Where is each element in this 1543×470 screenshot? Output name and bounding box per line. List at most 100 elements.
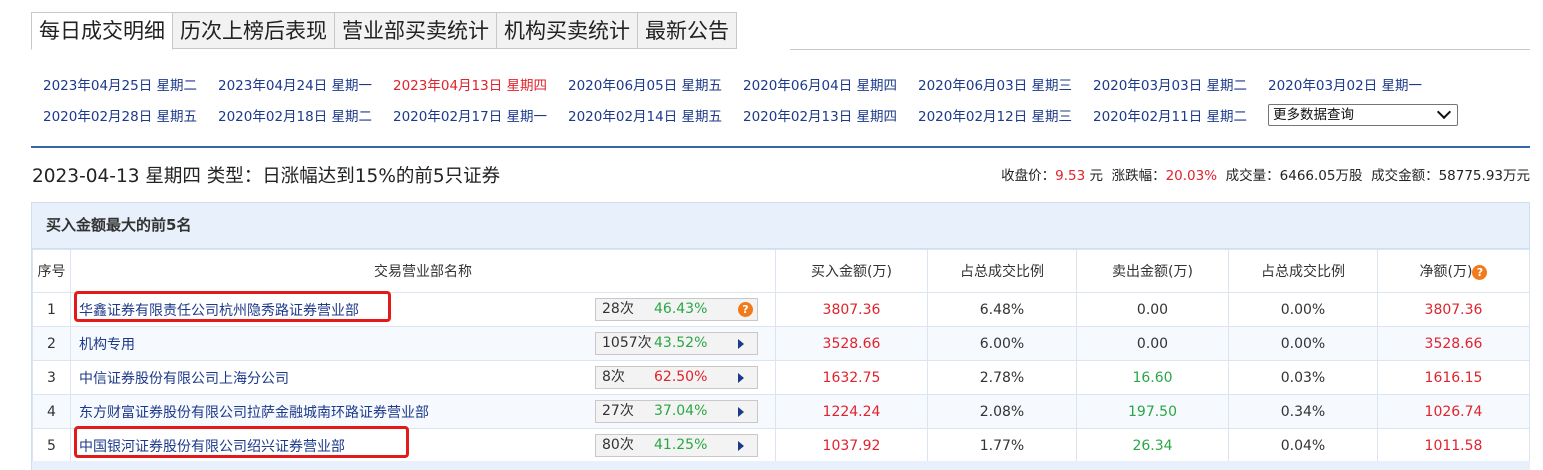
play-arrow-icon[interactable]	[738, 440, 744, 451]
row-name-cell: 华鑫证券有限责任公司杭州隐秀路证券营业部 28次 46.43% ?	[70, 292, 776, 327]
sell-amount: 0.00	[1076, 326, 1229, 361]
row-idx: 2	[32, 326, 71, 361]
section-divider	[31, 146, 1530, 148]
sell-amount: 197.50	[1076, 394, 1229, 429]
net-amount: 3528.66	[1377, 326, 1530, 361]
play-arrow-icon[interactable]	[738, 406, 744, 417]
net-amount: 1026.74	[1377, 394, 1530, 429]
chevron-down-icon	[1436, 104, 1452, 120]
date-link[interactable]: 2020年02月11日 星期二	[1093, 105, 1268, 125]
col-header-buy[interactable]: 买入金额(万)	[775, 249, 928, 293]
amount-label: 成交金额：	[1371, 168, 1439, 184]
sell-amount: 16.60	[1076, 360, 1229, 395]
col-header-sell[interactable]: 卖出金额(万)	[1076, 249, 1229, 293]
branch-link[interactable]: 中信证券股份有限公司上海分公司	[79, 371, 289, 387]
buy-ratio: 2.78%	[927, 360, 1077, 395]
row-name-cell: 中信证券股份有限公司上海分公司 8次 62.50%	[70, 360, 776, 395]
row-idx: 5	[32, 428, 71, 463]
play-arrow-icon[interactable]	[738, 338, 744, 349]
date-link[interactable]: 2023年04月25日 星期二	[43, 74, 218, 94]
branch-stat-box[interactable]: 1057次 43.52%	[595, 332, 758, 355]
date-link[interactable]: 2020年02月13日 星期四	[743, 105, 918, 125]
sell-amount: 26.34	[1076, 428, 1229, 463]
col-header-sell-ratio[interactable]: 占总成交比例	[1228, 249, 1378, 293]
row-idx: 4	[32, 394, 71, 429]
row-name-cell: 中国银河证券股份有限公司绍兴证券营业部 80次 41.25%	[70, 428, 776, 463]
buy-amount: 3807.36	[775, 292, 928, 327]
page-title: 2023-04-13 星期四 类型：日涨幅达到15%的前5只证券	[32, 166, 501, 187]
buy-ratio: 1.77%	[927, 428, 1077, 463]
table-row: 5 中国银河证券股份有限公司绍兴证券营业部 80次 41.25% 1037.92…	[32, 428, 1530, 463]
date-link[interactable]: 2020年06月05日 星期五	[568, 74, 743, 94]
change-value: 20.03%	[1165, 168, 1218, 184]
date-link[interactable]: 2020年03月03日 星期二	[1093, 74, 1268, 94]
branch-link[interactable]: 东方财富证券股份有限公司拉萨金融城南环路证券营业部	[79, 405, 429, 421]
win-rate: 37.04%	[654, 403, 708, 419]
win-rate: 62.50%	[654, 369, 708, 385]
sell-ratio: 0.34%	[1228, 394, 1378, 429]
appearance-count: 80次	[602, 437, 634, 453]
appearance-count: 8次	[602, 369, 625, 385]
col-header-net-label: 净额(万)	[1419, 264, 1473, 280]
branch-stat-box[interactable]: 80次 41.25%	[595, 434, 758, 457]
question-icon[interactable]: ?	[738, 302, 753, 317]
table-row: 1 华鑫证券有限责任公司杭州隐秀路证券营业部 28次 46.43% ? 3807…	[32, 292, 1530, 327]
question-icon[interactable]: ?	[1472, 265, 1488, 280]
date-link[interactable]: 2020年06月03日 星期三	[918, 74, 1093, 94]
close-price-unit: 元	[1089, 168, 1103, 184]
tab-latest-notice[interactable]: 最新公告	[638, 12, 737, 49]
tab-history-performance[interactable]: 历次上榜后表现	[173, 12, 335, 49]
win-rate: 46.43%	[654, 301, 708, 317]
change-label: 涨跌幅：	[1111, 168, 1166, 184]
panel-caption: 买入金额最大的前5名	[32, 203, 1529, 249]
net-amount: 3807.36	[1377, 292, 1530, 327]
date-link[interactable]: 2020年02月12日 星期三	[918, 105, 1093, 125]
date-link[interactable]: 2020年02月14日 星期五	[568, 105, 743, 125]
branch-stat-box[interactable]: 8次 62.50%	[595, 366, 758, 389]
volume-value: 6466.05万股	[1279, 168, 1363, 184]
date-link[interactable]: 2020年06月04日 星期四	[743, 74, 918, 94]
buy-amount: 1632.75	[775, 360, 928, 395]
tab-daily-detail[interactable]: 每日成交明细	[31, 12, 173, 50]
sell-ratio: 0.03%	[1228, 360, 1378, 395]
col-header-idx: 序号	[32, 249, 71, 293]
close-price-label: 收盘价：	[1001, 168, 1056, 184]
date-link[interactable]: 2020年02月28日 星期五	[43, 105, 218, 125]
branch-link[interactable]: 华鑫证券有限责任公司杭州隐秀路证券营业部	[79, 303, 359, 319]
col-header-net[interactable]: 净额(万)?	[1377, 249, 1530, 293]
table-row: 3 中信证券股份有限公司上海分公司 8次 62.50% 1632.75 2.78…	[32, 360, 1530, 395]
sell-ratio: 0.00%	[1228, 326, 1378, 361]
tab-branch-stats[interactable]: 营业部买卖统计	[335, 12, 497, 49]
table-row: 4 东方财富证券股份有限公司拉萨金融城南环路证券营业部 27次 37.04% 1…	[32, 394, 1530, 429]
tab-institution-stats[interactable]: 机构买卖统计	[497, 12, 638, 49]
date-row-2: 2020年02月28日 星期五 2020年02月18日 星期二 2020年02月…	[43, 99, 1513, 130]
sell-ratio: 0.00%	[1228, 292, 1378, 327]
appearance-count: 28次	[602, 301, 634, 317]
branch-stat-box[interactable]: 28次 46.43% ?	[595, 298, 758, 321]
branch-link[interactable]: 机构专用	[79, 337, 135, 353]
more-data-select[interactable]: 更多数据查询	[1268, 103, 1458, 126]
tab-bar: 每日成交明细 历次上榜后表现 营业部买卖统计 机构买卖统计 最新公告	[31, 12, 737, 50]
win-rate: 41.25%	[654, 437, 708, 453]
buy-ratio: 6.00%	[927, 326, 1077, 361]
date-link-current[interactable]: 2023年04月13日 星期四	[393, 74, 568, 94]
date-link[interactable]: 2020年02月18日 星期二	[218, 105, 393, 125]
row-name-cell: 机构专用 1057次 43.52%	[70, 326, 776, 361]
buy-amount: 1037.92	[775, 428, 928, 463]
win-rate: 43.52%	[654, 335, 708, 351]
appearance-count: 1057次	[602, 335, 652, 351]
stock-stats: 收盘价：9.53 元 涨跌幅：20.03% 成交量：6466.05万股 成交金额…	[1001, 164, 1530, 184]
branch-stat-box[interactable]: 27次 37.04%	[595, 400, 758, 423]
date-link[interactable]: 2023年04月24日 星期一	[218, 74, 393, 94]
play-arrow-icon[interactable]	[738, 372, 744, 383]
appearance-count: 27次	[602, 403, 634, 419]
col-header-buy-ratio[interactable]: 占总成交比例	[927, 249, 1077, 293]
row-idx: 1	[32, 292, 71, 327]
panel-footer-strip	[32, 461, 1530, 470]
date-link[interactable]: 2020年02月17日 星期一	[393, 105, 568, 125]
date-list: 2023年04月25日 星期二 2023年04月24日 星期一 2023年04月…	[43, 68, 1513, 130]
buy-amount: 3528.66	[775, 326, 928, 361]
net-amount: 1616.15	[1377, 360, 1530, 395]
date-link[interactable]: 2020年03月02日 星期一	[1268, 74, 1443, 94]
branch-link[interactable]: 中国银河证券股份有限公司绍兴证券营业部	[79, 439, 345, 455]
